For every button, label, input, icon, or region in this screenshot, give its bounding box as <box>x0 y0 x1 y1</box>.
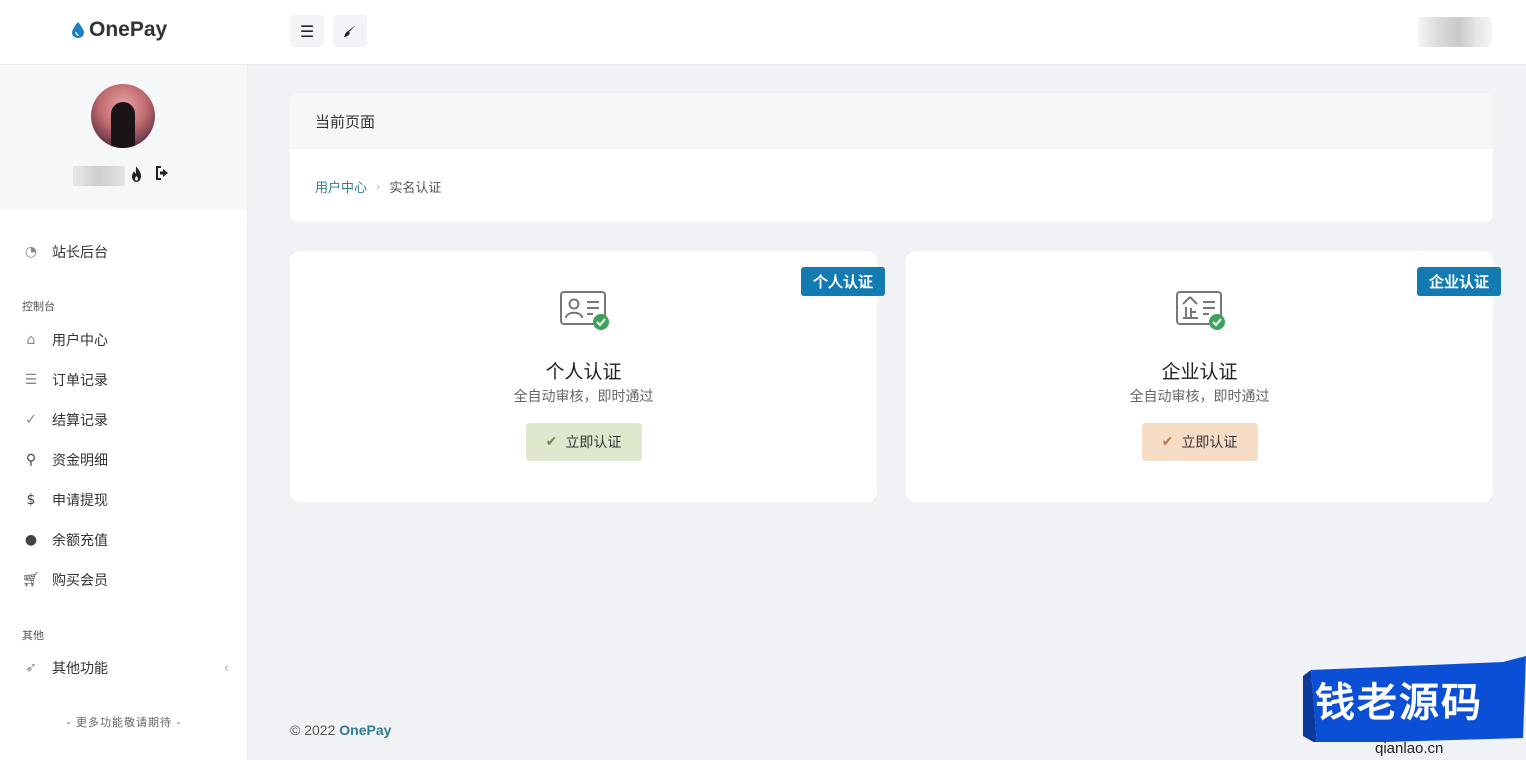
sidebar-item-label: 用户中心 <box>52 333 108 349</box>
breadcrumb-current: 实名认证 <box>389 181 442 196</box>
sidebar-item-withdraw[interactable]: $ 申请提现 <box>22 490 108 510</box>
personal-auth-desc: 全自动审核，即时通过 <box>513 389 654 405</box>
button-label: 立即认证 <box>565 435 622 451</box>
sidebar-item-recharge[interactable]: ● 余额充值 <box>22 530 108 550</box>
sidebar-item-label: 订单记录 <box>52 373 108 389</box>
sidebar-item-label: 结算记录 <box>52 413 108 429</box>
sidebar: ◔ 站长后台 控制台 ⌂ 用户中心 ☰ 订单记录 ✓ 结算记录 ⚲ 资金明细 $… <box>0 65 248 760</box>
logo-text: OnePay <box>89 18 168 41</box>
personal-auth-card: 个人认证 个人认证 全自动审核，即时通过 ✔ 立即认证 <box>290 251 885 502</box>
sidebar-item-orders[interactable]: ☰ 订单记录 <box>22 370 108 390</box>
breadcrumb-home-link[interactable]: 用户中心 <box>315 177 367 196</box>
username-blurred <box>73 166 125 186</box>
sidebar-item-label: 资金明细 <box>52 453 108 469</box>
profile-panel <box>0 65 247 209</box>
button-label: 立即认证 <box>1181 435 1238 451</box>
business-license-icon <box>1175 291 1225 330</box>
current-page-card: 当前页面 用户中心 › 实名认证 <box>290 93 1493 222</box>
theme-button[interactable] <box>333 15 367 47</box>
menu-toggle-button[interactable]: ☰ <box>290 15 324 47</box>
sidebar-item-label: 申请提现 <box>52 493 108 509</box>
footer-brand-link[interactable]: OnePay <box>339 722 391 738</box>
personal-verify-button[interactable]: ✔ 立即认证 <box>525 423 642 461</box>
drop-icon <box>72 22 84 38</box>
sidebar-item-funds[interactable]: ⚲ 资金明细 <box>22 450 108 470</box>
watermark-url: qianlao.cn <box>1375 740 1444 757</box>
sidebar-item-user-center[interactable]: ⌂ 用户中心 <box>22 330 108 350</box>
dashboard-icon: ◔ <box>24 244 38 260</box>
sidebar-item-admin[interactable]: ◔ 站长后台 <box>22 242 108 262</box>
check-icon: ✔ <box>545 434 558 450</box>
watermark: 钱老源码 qianlao.cn <box>1303 652 1526 760</box>
dollar-icon: $ <box>26 492 36 508</box>
onepay-logo[interactable]: OnePay <box>72 18 167 42</box>
hamburger-icon: ☰ <box>299 21 315 41</box>
chevron-right-icon: › <box>376 180 381 193</box>
watermark-text: 钱老源码 <box>1315 680 1483 726</box>
section-other-label: 其他 <box>22 629 44 642</box>
sidebar-item-label: 购买会员 <box>52 573 108 589</box>
sidebar-item-membership[interactable]: 🛒︎ 购买会员 <box>22 570 108 590</box>
breadcrumb: 用户中心 › 实名认证 <box>315 177 441 196</box>
id-card-icon <box>559 291 609 330</box>
list-icon: ☰ <box>24 372 38 388</box>
page-card-title: 当前页面 <box>290 93 1493 149</box>
business-auth-card: 企业认证 企业认证 全自动审核，即时通过 ✔ 立即认证 <box>906 251 1501 502</box>
check-icon: ✔ <box>1161 434 1174 450</box>
copyright-text: © 2022 <box>290 722 336 738</box>
sidebar-item-label: 其他功能 <box>52 661 108 677</box>
sidebar-item-label: 余额充值 <box>52 533 108 549</box>
brush-icon <box>344 25 356 37</box>
chevron-left-icon[interactable]: ‹ <box>224 661 229 675</box>
business-auth-title: 企业认证 <box>1161 361 1238 383</box>
business-verify-button[interactable]: ✔ 立即认证 <box>1141 423 1258 461</box>
home-icon: ⌂ <box>26 332 36 348</box>
sidebar-item-label: 站长后台 <box>52 245 108 261</box>
top-header: OnePay ☰ <box>0 0 1526 65</box>
coin-bag-icon: ● <box>24 532 38 548</box>
search-money-icon: ⚲ <box>25 452 37 468</box>
rocket-icon: ➶ <box>25 660 37 676</box>
sidebar-item-settlements[interactable]: ✓ 结算记录 <box>22 410 108 430</box>
page-footer: © 2022 OnePay <box>290 722 391 738</box>
personal-auth-title: 个人认证 <box>545 361 622 383</box>
personal-badge: 个人认证 <box>800 267 885 296</box>
avatar[interactable] <box>91 84 155 148</box>
header-user-avatar[interactable] <box>1418 17 1492 47</box>
check-circle-icon: ✓ <box>25 412 37 428</box>
fire-icon[interactable] <box>130 166 143 182</box>
business-auth-desc: 全自动审核，即时通过 <box>1129 389 1270 405</box>
business-badge: 企业认证 <box>1416 267 1501 296</box>
sidebar-item-other-features[interactable]: ➶ 其他功能 <box>22 658 108 678</box>
section-console-label: 控制台 <box>22 300 55 313</box>
cart-icon: 🛒︎ <box>22 572 40 588</box>
avatar-silhouette <box>111 102 135 148</box>
logout-icon[interactable] <box>155 166 171 180</box>
sidebar-footer-text: - 更多功能敬请期待 - <box>66 716 182 729</box>
